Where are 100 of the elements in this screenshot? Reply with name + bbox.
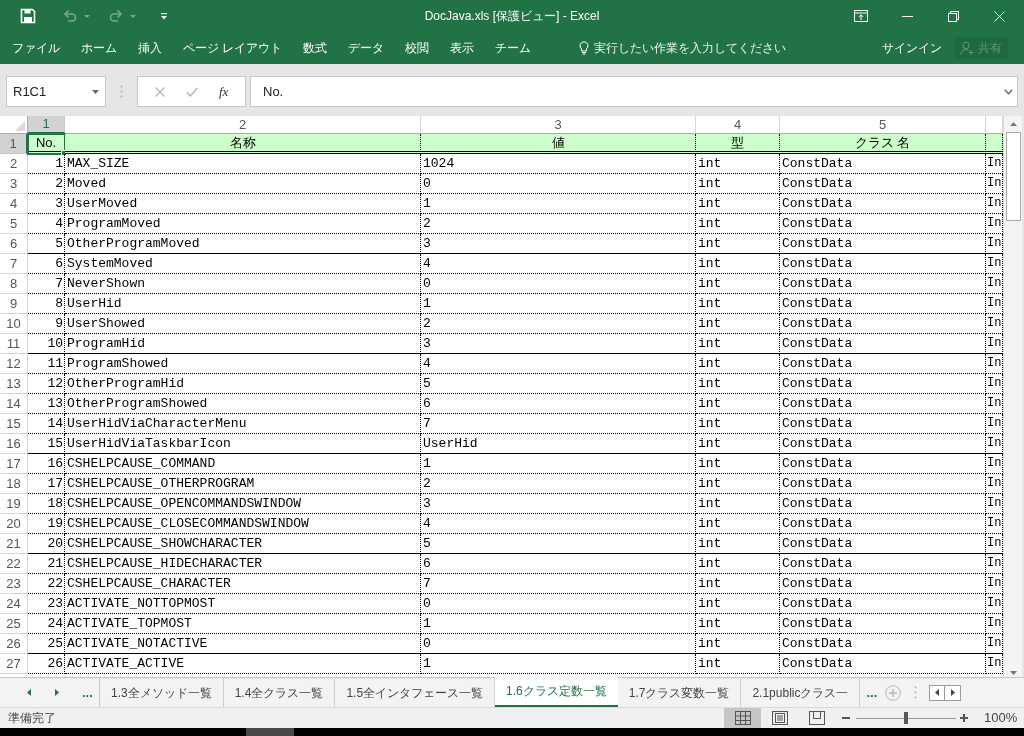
- minimize-icon[interactable]: [901, 15, 913, 17]
- table-cell: ConstData: [780, 194, 986, 214]
- row-header[interactable]: 19: [0, 494, 28, 514]
- row-header[interactable]: 20: [0, 514, 28, 534]
- ribbon-tab[interactable]: ファイル: [12, 39, 60, 57]
- close-icon[interactable]: [993, 10, 1005, 22]
- lightbulb-icon[interactable]: [579, 41, 590, 55]
- table-cell: int: [696, 154, 780, 174]
- row-header[interactable]: 22: [0, 554, 28, 574]
- scroll-left-button[interactable]: [929, 684, 946, 701]
- status-text: 準備完了: [7, 710, 56, 727]
- window-title: DocJava.xls [保護ビュー] - Excel: [423, 8, 601, 25]
- table-cell: 5: [421, 534, 696, 554]
- row-header[interactable]: 1: [0, 134, 28, 154]
- row-header[interactable]: 16: [0, 434, 28, 454]
- more-sheets-button[interactable]: ...: [82, 686, 93, 699]
- restore-icon[interactable]: [947, 10, 959, 22]
- column-header[interactable]: 1: [28, 116, 65, 134]
- row-header[interactable]: 9: [0, 294, 28, 314]
- next-sheet-icon[interactable]: [55, 689, 59, 696]
- table-cell: CSHELPCAUSE_CLOSECOMMANDSWINDOW: [65, 514, 421, 534]
- ribbon-tab[interactable]: 校閲: [405, 39, 430, 57]
- table-cell: 13: [28, 394, 65, 414]
- row-header[interactable]: 17: [0, 454, 28, 474]
- row-header[interactable]: 27: [0, 654, 28, 674]
- row-header[interactable]: 14: [0, 394, 28, 414]
- table-cell: 7: [421, 414, 696, 434]
- row-header[interactable]: 24: [0, 594, 28, 614]
- scroll-down-arrow-icon[interactable]: [1009, 671, 1017, 675]
- formula-field[interactable]: No.: [250, 76, 1018, 107]
- vertical-scrollbar[interactable]: [1003, 116, 1022, 677]
- row-header[interactable]: 10: [0, 314, 28, 334]
- row-header[interactable]: 15: [0, 414, 28, 434]
- table-cell: ConstData: [780, 254, 986, 274]
- row-header[interactable]: 12: [0, 354, 28, 374]
- customize-toolbar-icon[interactable]: [160, 12, 168, 20]
- table-cell: CSHELPCAUSE_HIDECHARACTER: [65, 554, 421, 574]
- zoom-slider-track[interactable]: [854, 712, 958, 724]
- table-cell: 6: [28, 254, 65, 274]
- row-header[interactable]: 26: [0, 634, 28, 654]
- view-button[interactable]: [724, 708, 761, 728]
- table-cell: 12: [28, 374, 65, 394]
- table-cell: ProgramShowed: [65, 354, 421, 374]
- row-header[interactable]: 5: [0, 214, 28, 234]
- table-cell: int: [696, 414, 780, 434]
- ribbon-tab[interactable]: チーム: [495, 39, 532, 57]
- ribbon-tab[interactable]: 表示: [450, 39, 475, 57]
- row-header[interactable]: 11: [0, 334, 28, 354]
- zoom-slider-thumb[interactable]: [904, 712, 908, 724]
- previous-sheet-icon[interactable]: [27, 689, 31, 696]
- scroll-right-button[interactable]: [945, 684, 962, 701]
- name-box[interactable]: R1C1: [6, 76, 106, 107]
- table-cell: 1: [421, 654, 696, 674]
- ribbon-tab[interactable]: ページ レイアウト: [183, 39, 283, 57]
- row-header[interactable]: 7: [0, 254, 28, 274]
- table-cell: OtherProgramMoved: [65, 234, 421, 254]
- zoom-level-text[interactable]: 100%: [984, 708, 1024, 728]
- table-cell: 19: [28, 514, 65, 534]
- ribbon-display-options-icon[interactable]: [854, 10, 868, 22]
- insert-function-button[interactable]: fx: [219, 81, 229, 102]
- ribbon-tab[interactable]: 数式: [303, 39, 328, 57]
- zoom-in-icon[interactable]: [960, 714, 968, 722]
- table-cell: SystemMoved: [65, 254, 421, 274]
- column-header[interactable]: 5: [780, 116, 986, 134]
- ribbon-tab[interactable]: データ: [348, 39, 385, 57]
- row-header[interactable]: 18: [0, 474, 28, 494]
- column-header[interactable]: 3: [421, 116, 696, 134]
- row-header[interactable]: 8: [0, 274, 28, 294]
- more-sheets-button[interactable]: ...: [866, 678, 878, 707]
- row-header[interactable]: 6: [0, 234, 28, 254]
- row-header[interactable]: 21: [0, 534, 28, 554]
- table-cell: 23: [28, 594, 65, 614]
- row-header[interactable]: 2: [0, 154, 28, 174]
- sign-in-link[interactable]: サインイン: [882, 39, 942, 57]
- row-header[interactable]: 23: [0, 574, 28, 594]
- scrollbar-thumb[interactable]: [1005, 132, 1021, 221]
- scroll-up-arrow-icon[interactable]: [1009, 122, 1017, 126]
- row-header[interactable]: 25: [0, 614, 28, 634]
- table-cell: 1: [421, 454, 696, 474]
- save-icon[interactable]: [20, 8, 36, 24]
- table-cell: ACTIVATE_TOPMOST: [65, 614, 421, 634]
- row-header[interactable]: 3: [0, 174, 28, 194]
- ribbon-tab[interactable]: ホーム: [81, 39, 117, 57]
- table-cell: 3: [421, 334, 696, 354]
- check-icon[interactable]: [185, 86, 198, 97]
- column-header[interactable]: 2: [65, 116, 421, 134]
- table-cell: int: [696, 574, 780, 594]
- table-cell: 11: [28, 354, 65, 374]
- table-cell: ConstData: [780, 214, 986, 234]
- left-arrow-icon: [935, 689, 940, 696]
- dropdown-caret-icon[interactable]: [92, 89, 99, 94]
- row-header[interactable]: 4: [0, 194, 28, 214]
- table-cell: Moved: [65, 174, 421, 194]
- column-header[interactable]: 4: [696, 116, 780, 134]
- table-cell: 17: [28, 474, 65, 494]
- tell-me-field[interactable]: 実行したい作業を入力してください: [594, 39, 795, 57]
- sheet-tab[interactable]: 1.6クラス定数一覧: [495, 677, 618, 707]
- row-header[interactable]: 13: [0, 374, 28, 394]
- ribbon-tab[interactable]: 挿入: [138, 39, 162, 57]
- chevron-down-icon[interactable]: [1004, 88, 1013, 95]
